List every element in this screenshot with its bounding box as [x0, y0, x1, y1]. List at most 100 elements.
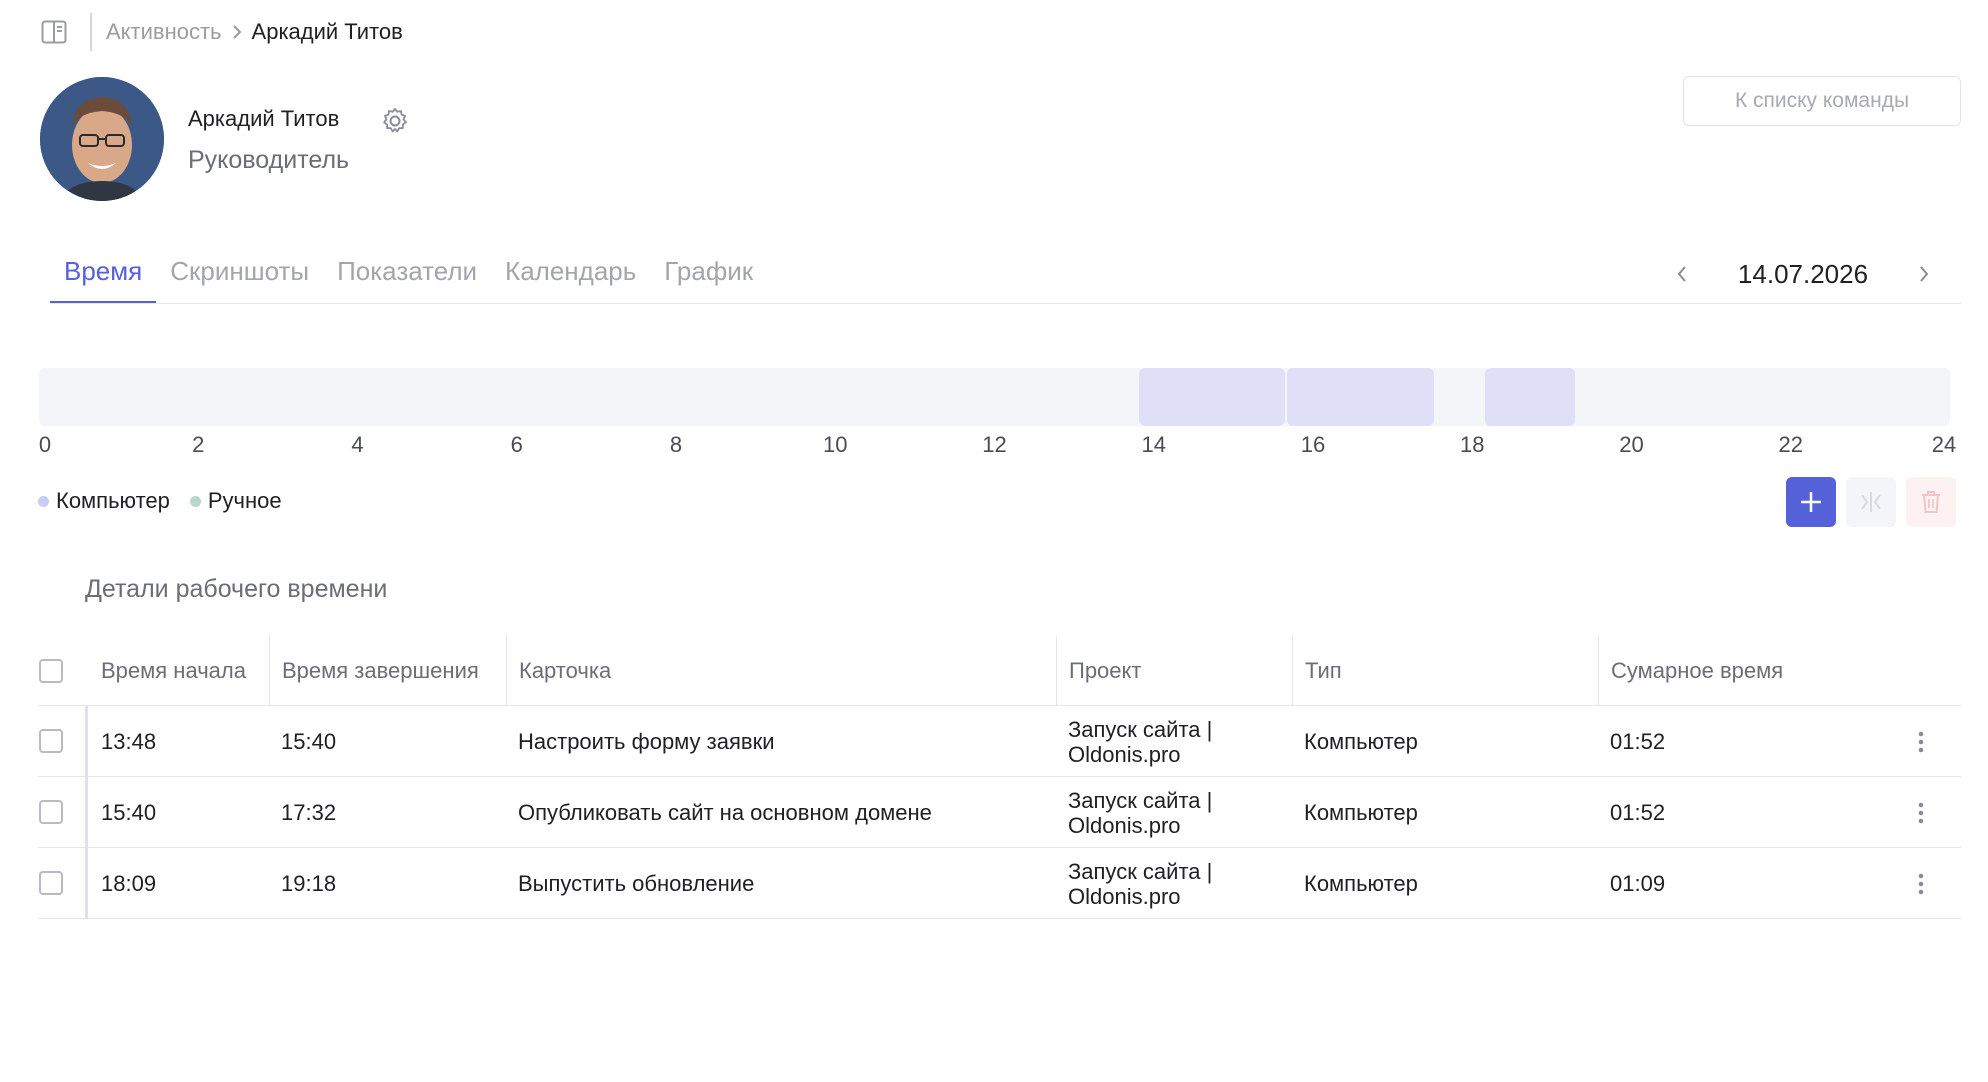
cell-start: 15:40 [101, 799, 157, 825]
hour-tick-label: 8 [669, 432, 683, 457]
cell-type: Компьютер [1304, 728, 1418, 754]
cell-end: 19:18 [281, 870, 337, 896]
legend-computer: Компьютер [38, 488, 170, 514]
breadcrumb-parent[interactable]: Активность [106, 19, 222, 45]
cell-start: 18:09 [101, 870, 157, 896]
section-title: Детали рабочего времени [85, 575, 388, 603]
split-time-button[interactable] [1846, 477, 1896, 527]
more-vertical-icon[interactable] [1909, 848, 1933, 919]
cell-total: 01:52 [1610, 728, 1666, 754]
add-time-button[interactable] [1786, 477, 1836, 527]
hour-axis: 0 2 4 6 8 10 12 14 16 18 20 22 24 [0, 432, 1988, 462]
project-site: Oldonis.pro [1068, 812, 1181, 838]
project-site: Oldonis.pro [1068, 741, 1181, 767]
hour-tick-label: 14 [1141, 432, 1166, 457]
table-row[interactable]: 13:48 15:40 Настроить форму заявки Запус… [38, 706, 1961, 777]
gear-icon[interactable] [380, 106, 410, 136]
back-to-team-button[interactable]: К списку команды [1683, 76, 1961, 126]
hour-tick-label: 0 [38, 432, 52, 457]
header-end[interactable]: Время завершения [269, 636, 506, 706]
hour-tick-label: 16 [1300, 432, 1326, 457]
legend: Компьютер Ручное [38, 488, 302, 514]
select-all-checkbox[interactable] [39, 659, 63, 683]
row-accent [85, 706, 88, 777]
date-navigator: 14.07.2026 [1668, 254, 1938, 294]
day-timeline[interactable] [39, 368, 1950, 426]
project-name: Запуск сайта | [1068, 858, 1213, 884]
time-details-table: Время начала Время завершения Карточка П… [38, 636, 1961, 919]
row-accent [85, 777, 88, 848]
project-site: Oldonis.pro [1068, 883, 1181, 909]
cell-end: 17:32 [281, 799, 337, 825]
timeline-actions [1786, 477, 1966, 527]
sidebar-toggle-icon[interactable] [40, 18, 68, 46]
hour-tick-label: 20 [1619, 432, 1644, 457]
trash-icon [1922, 491, 1940, 513]
plus-icon [1801, 492, 1821, 512]
hour-tick-label: 12 [982, 432, 1007, 457]
legend-dot-computer [38, 495, 49, 507]
cell-total: 01:52 [1610, 799, 1666, 825]
divider [90, 13, 92, 51]
tab-calendar[interactable]: Календарь [491, 248, 650, 304]
row-checkbox[interactable] [39, 871, 63, 895]
cell-card[interactable]: Выпустить обновление [506, 848, 754, 919]
hour-tick-label: 2 [192, 432, 205, 457]
split-icon [1861, 492, 1881, 512]
cell-end: 15:40 [281, 728, 337, 754]
timeline-segment[interactable] [1138, 368, 1286, 426]
tab-time[interactable]: Время [50, 248, 157, 304]
cell-card[interactable]: Настроить форму заявки [506, 706, 775, 777]
legend-computer-label: Компьютер [56, 488, 170, 513]
avatar [40, 77, 164, 201]
table-row[interactable]: 15:40 17:32 Опубликовать сайт на основно… [38, 777, 1961, 848]
chevron-right-icon[interactable] [1910, 260, 1938, 288]
more-vertical-icon[interactable] [1909, 706, 1933, 777]
row-checkbox[interactable] [39, 800, 63, 824]
breadcrumb-current: Аркадий Титов [251, 19, 403, 44]
tab-schedule[interactable]: График [650, 248, 767, 304]
profile-name: Аркадий Титов [188, 106, 340, 131]
profile-role: Руководитель [188, 146, 350, 174]
current-date[interactable]: 14.07.2026 [1738, 259, 1868, 290]
legend-manual: Ручное [189, 488, 282, 514]
header-type[interactable]: Тип [1292, 636, 1598, 706]
legend-dot-manual [189, 495, 201, 507]
hour-tick-label: 22 [1778, 432, 1803, 457]
project-name: Запуск сайта | [1068, 787, 1213, 813]
delete-time-button[interactable] [1906, 477, 1956, 527]
tab-screenshots[interactable]: Скриншоты [156, 248, 323, 304]
header-total[interactable]: Сумарное время [1598, 636, 1961, 706]
tabs: Время Скриншоты Показатели Календарь Гра… [50, 248, 767, 304]
tab-metrics[interactable]: Показатели [323, 248, 491, 304]
tabs-divider [50, 303, 1961, 304]
timeline-segment[interactable] [1287, 368, 1435, 426]
table-row[interactable]: 18:09 19:18 Выпустить обновление Запуск … [38, 848, 1961, 919]
hour-tick-label: 24 [1931, 432, 1957, 457]
cell-project: Запуск сайта | Oldonis.pro [1056, 706, 1212, 777]
cell-total: 01:09 [1610, 870, 1666, 896]
hour-tick-label: 4 [351, 432, 364, 457]
cell-project: Запуск сайта | Oldonis.pro [1056, 848, 1212, 919]
project-name: Запуск сайта | [1068, 716, 1213, 742]
table-header: Время начала Время завершения Карточка П… [38, 636, 1961, 706]
legend-manual-label: Ручное [207, 488, 282, 513]
header-start[interactable]: Время начала [89, 636, 269, 706]
cell-project: Запуск сайта | Oldonis.pro [1056, 777, 1212, 848]
header-card[interactable]: Карточка [506, 636, 1056, 706]
more-vertical-icon[interactable] [1909, 777, 1933, 848]
hour-tick-label: 18 [1460, 432, 1485, 457]
cell-type: Компьютер [1304, 870, 1418, 896]
chevron-right-icon [232, 24, 242, 40]
timeline-segment[interactable] [1485, 368, 1575, 426]
cell-card[interactable]: Опубликовать сайт на основном домене [506, 777, 932, 848]
hour-tick-label: 6 [510, 432, 523, 457]
cell-type: Компьютер [1304, 799, 1418, 825]
top-bar: Активность Аркадий Титов [40, 13, 403, 51]
header-project[interactable]: Проект [1056, 636, 1292, 706]
row-checkbox[interactable] [39, 729, 63, 753]
cell-start: 13:48 [101, 728, 157, 754]
hour-tick-label: 10 [823, 432, 848, 457]
chevron-left-icon[interactable] [1668, 260, 1696, 288]
row-accent [85, 848, 88, 919]
